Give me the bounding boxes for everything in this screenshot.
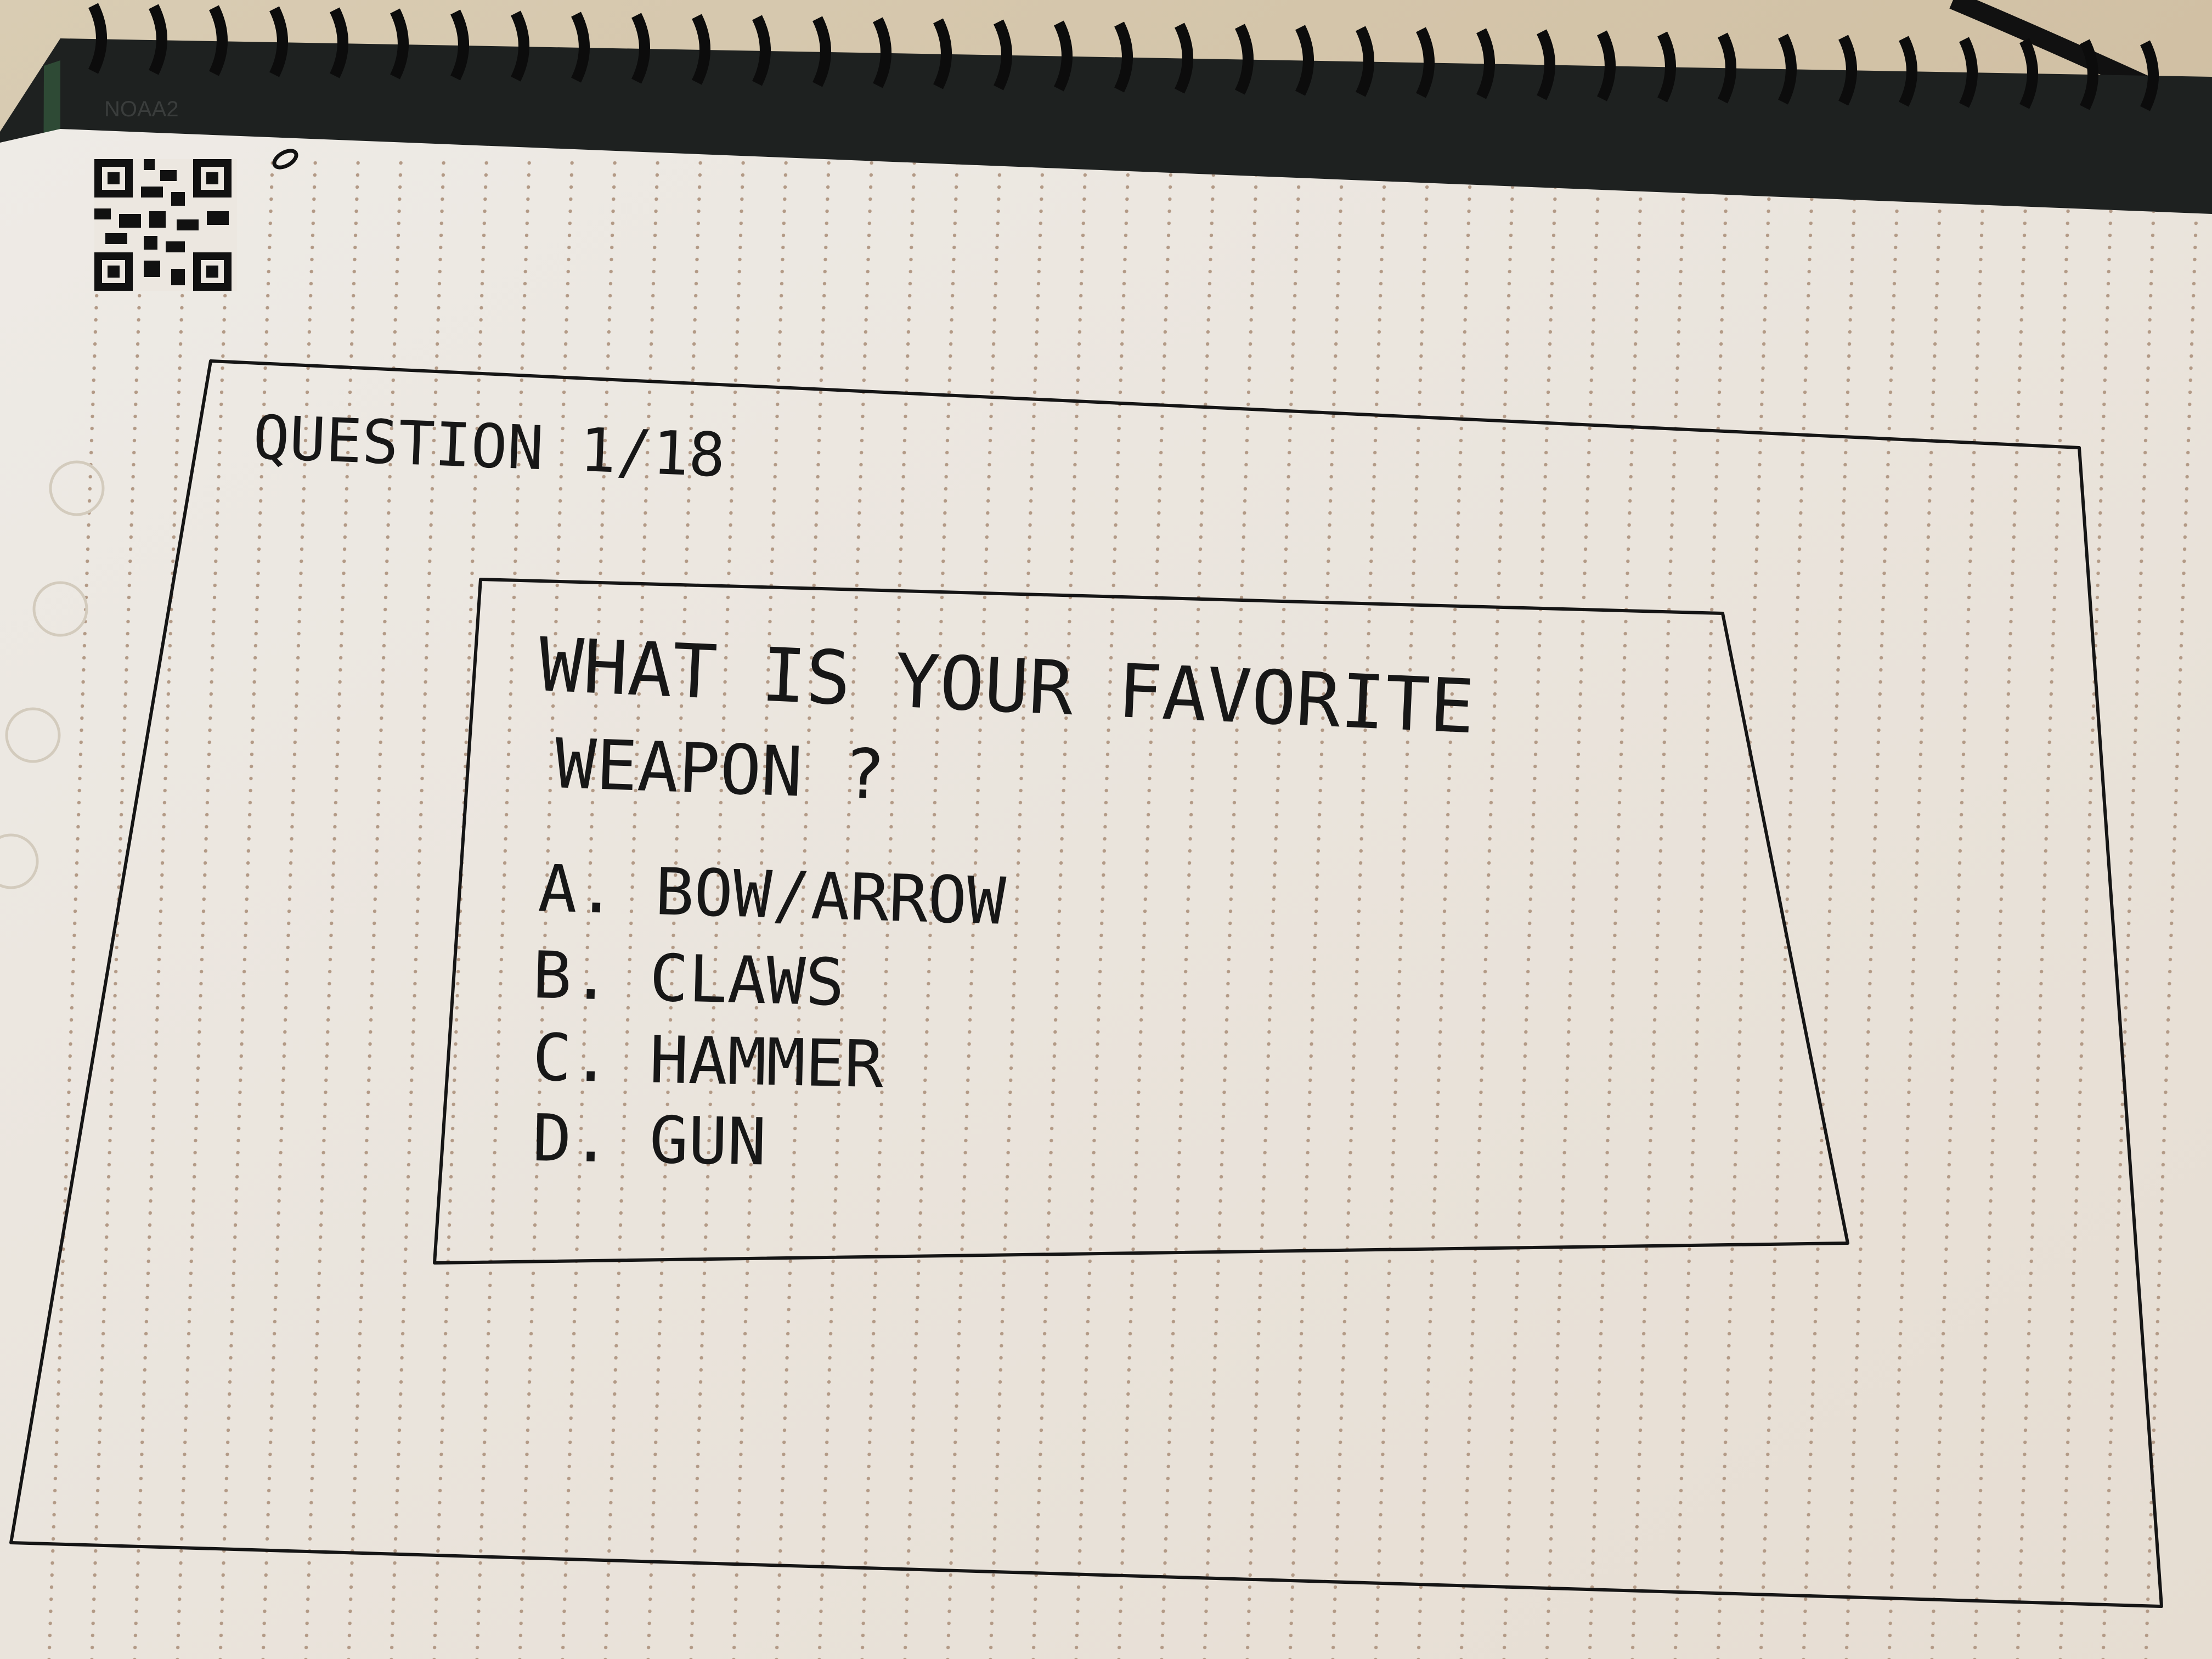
dot-grid — [24, 154, 2212, 1659]
notebook-illustration: NOAA2 QUESTION 1/18 WHAT IS YOUR FAVORIT… — [0, 0, 2212, 1659]
notebook-photo: NOAA2 QUESTION 1/18 WHAT IS YOUR FAVORIT… — [0, 0, 2212, 1659]
qr-code-icon — [94, 159, 237, 291]
answer-option-a: A. BOW/ARROW — [537, 850, 1007, 939]
answer-option-d: D. GUN — [532, 1100, 768, 1180]
question-text-line2: WEAPON ? — [554, 724, 887, 815]
answer-option-b: B. CLAWS — [532, 937, 845, 1020]
answer-option-c: C. HAMMER — [532, 1019, 884, 1102]
brand-mark: NOAA2 — [104, 97, 179, 121]
